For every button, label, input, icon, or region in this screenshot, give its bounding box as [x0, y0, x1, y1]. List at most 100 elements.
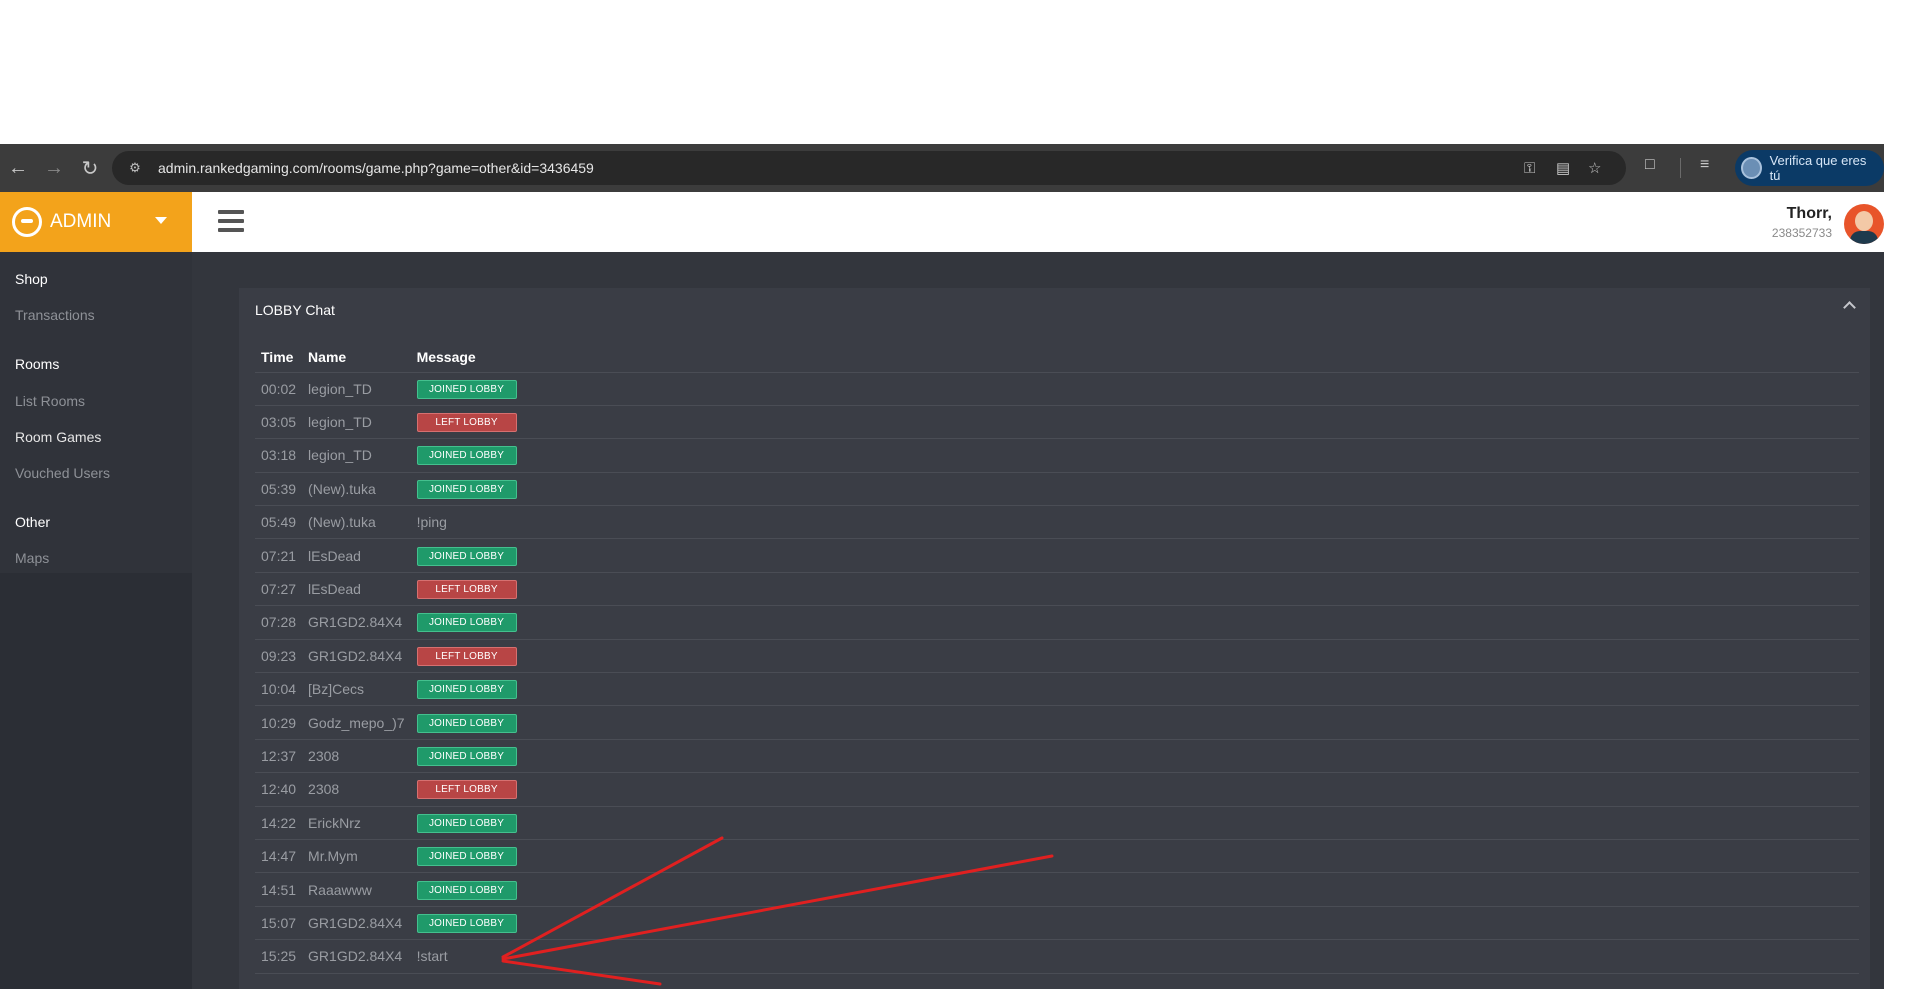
sidebar-section-shop[interactable]: Shop	[15, 271, 48, 287]
row-message: JOINED LOBBY	[410, 472, 1859, 507]
url-text[interactable]: admin.rankedgaming.com/rooms/game.php?ga…	[158, 160, 594, 176]
browser-toolbar: ← → ↻ ⚙ admin.rankedgaming.com/rooms/gam…	[0, 144, 1884, 192]
table-row: 03:18 legion_TD JOINED LOBBY	[255, 438, 1859, 473]
extensions-icon[interactable]: □	[1645, 156, 1655, 174]
row-message: JOINED LOBBY	[410, 605, 1859, 640]
sidebar-item-maps[interactable]: Maps	[15, 550, 49, 566]
hamburger-icon[interactable]	[218, 210, 244, 232]
table-row: 10:04 [Bz]Cecs JOINED LOBBY	[255, 672, 1859, 707]
joined-lobby-badge: JOINED LOBBY	[416, 379, 517, 399]
star-icon[interactable]: ☆	[1588, 151, 1601, 185]
joined-lobby-badge: JOINED LOBBY	[416, 880, 517, 900]
row-name: GR1GD2.84X4	[302, 639, 411, 674]
row-name: legion_TD	[302, 438, 411, 473]
joined-lobby-badge: JOINED LOBBY	[416, 546, 517, 566]
column-header-message: Message	[410, 342, 1859, 373]
sidebar-item-vouched-users[interactable]: Vouched Users	[15, 465, 110, 481]
row-name: GR1GD2.84X4	[302, 906, 411, 941]
sidebar-section-rooms[interactable]: Rooms	[15, 356, 59, 372]
chevron-up-icon[interactable]	[1842, 298, 1856, 312]
translate-icon[interactable]: ▤	[1556, 151, 1570, 185]
row-time: 03:18	[255, 438, 303, 473]
user-id: 238352733	[1771, 226, 1832, 240]
sidebar-menu: Shop Transactions Rooms List Rooms Room …	[0, 252, 192, 573]
row-name: 2308	[302, 739, 411, 774]
row-name: (New).tuka	[302, 472, 411, 507]
main-content: LOBBY Chat Time Name Message 00:02 legion…	[192, 252, 1884, 989]
caret-down-icon	[155, 217, 167, 224]
row-message: JOINED LOBBY	[410, 906, 1859, 941]
table-row: 12:37 2308 JOINED LOBBY	[255, 739, 1859, 774]
chat-rows: 00:02 legion_TD JOINED LOBBY 03:05 legion_TD…	[255, 372, 1859, 974]
joined-lobby-badge: JOINED LOBBY	[416, 813, 517, 833]
sidebar-item-transactions[interactable]: Transactions	[15, 307, 95, 323]
back-icon[interactable]: ←	[0, 150, 36, 186]
table-row: 12:40 2308 LEFT LOBBY	[255, 772, 1859, 807]
user-name[interactable]: Thorr,	[1787, 205, 1832, 223]
joined-lobby-badge: JOINED LOBBY	[416, 680, 517, 700]
panel-title: LOBBY Chat	[255, 302, 335, 318]
row-time: 05:39	[255, 472, 303, 507]
joined-lobby-badge: JOINED LOBBY	[416, 613, 517, 633]
row-name: legion_TD	[302, 405, 411, 440]
avatar[interactable]	[1844, 204, 1884, 244]
row-message: !start	[410, 939, 1859, 974]
sidebar-item-list-rooms[interactable]: List Rooms	[15, 393, 85, 409]
reload-icon[interactable]: ↻	[72, 150, 108, 186]
row-message: JOINED LOBBY	[410, 872, 1859, 907]
row-message: LEFT LOBBY	[410, 772, 1859, 807]
joined-lobby-badge: JOINED LOBBY	[416, 913, 517, 933]
row-message: LEFT LOBBY	[410, 572, 1859, 607]
row-message: JOINED LOBBY	[410, 839, 1859, 874]
row-time: 03:05	[255, 405, 303, 440]
left-lobby-badge: LEFT LOBBY	[416, 580, 517, 600]
forward-icon[interactable]: →	[36, 150, 72, 186]
row-message: JOINED LOBBY	[410, 806, 1859, 840]
row-time: 12:40	[255, 772, 303, 807]
row-message: JOINED LOBBY	[410, 739, 1859, 774]
site-info-icon[interactable]: ⚙	[118, 160, 152, 176]
table-row: 05:49 (New).tuka !ping	[255, 505, 1859, 540]
row-time: 09:23	[255, 639, 303, 674]
row-time: 10:04	[255, 672, 303, 707]
media-icon[interactable]: ≡	[1700, 156, 1709, 174]
profile-avatar	[1741, 157, 1762, 179]
row-name: ErickNrz	[302, 806, 411, 840]
row-time: 00:02	[255, 372, 303, 406]
table-row: 00:02 legion_TD JOINED LOBBY	[255, 372, 1859, 406]
table-row: 05:39 (New).tuka JOINED LOBBY	[255, 472, 1859, 507]
row-message: LEFT LOBBY	[410, 405, 1859, 440]
chat-table: Time Name Message 00:02 legion_TD JOINED L…	[255, 342, 1859, 974]
table-row: 10:29 Godz_mepo_)7 JOINED LOBBY	[255, 705, 1859, 740]
left-lobby-badge: LEFT LOBBY	[416, 780, 517, 800]
row-time: 15:07	[255, 906, 303, 941]
row-name: 2308	[302, 772, 411, 807]
table-header-row: Time Name Message	[255, 342, 1859, 373]
brand-logo-icon	[12, 207, 42, 237]
column-header-time: Time	[255, 342, 303, 373]
left-lobby-badge: LEFT LOBBY	[416, 646, 517, 666]
row-time: 07:21	[255, 538, 303, 573]
left-lobby-badge: LEFT LOBBY	[416, 413, 517, 433]
sidebar-section-other[interactable]: Other	[15, 514, 50, 530]
row-name: Godz_mepo_)7	[302, 705, 411, 740]
table-row: 14:47 Mr.Mym JOINED LOBBY	[255, 839, 1859, 874]
key-icon[interactable]: ⚿	[1524, 151, 1535, 185]
sidebar-item-room-games[interactable]: Room Games	[15, 429, 101, 445]
row-name: (New).tuka	[302, 505, 411, 540]
joined-lobby-badge: JOINED LOBBY	[416, 479, 517, 499]
address-bar[interactable]: ⚙ admin.rankedgaming.com/rooms/game.php?…	[112, 151, 1626, 185]
profile-chip[interactable]: Verifica que eres tú	[1735, 150, 1884, 186]
row-time: 07:27	[255, 572, 303, 607]
row-name: [Bz]Cecs	[302, 672, 411, 707]
row-time: 15:25	[255, 939, 303, 974]
row-name: Mr.Mym	[302, 839, 411, 874]
row-message: !ping	[410, 505, 1859, 540]
lobby-chat-panel: LOBBY Chat Time Name Message 00:02 legion…	[239, 288, 1870, 989]
table-row: 09:23 GR1GD2.84X4 LEFT LOBBY	[255, 639, 1859, 674]
brand-dropdown[interactable]: ADMIN	[0, 192, 192, 252]
table-row: 15:25 GR1GD2.84X4 !start	[255, 939, 1859, 974]
row-name: lEsDead	[302, 538, 411, 573]
column-header-name: Name	[302, 342, 411, 373]
row-time: 14:47	[255, 839, 303, 874]
